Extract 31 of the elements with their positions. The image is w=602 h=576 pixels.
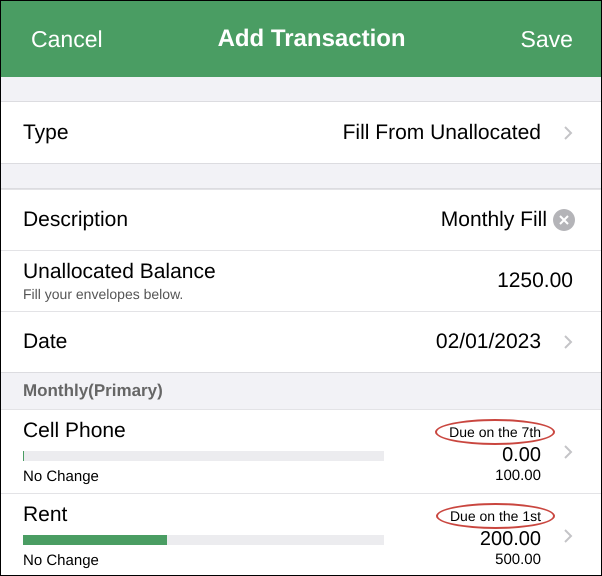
envelope-row[interactable]: Rent No Change Due on the 1st 200.00 500.00	[1, 493, 601, 575]
row-label: Type	[23, 120, 69, 144]
envelope-name: Cell Phone	[23, 418, 127, 442]
chevron-icon	[563, 334, 573, 350]
screen-title: Add Transaction	[218, 25, 406, 53]
envelope-row[interactable]: Cell Phone No Change Due on the 7th 0.00 100.00	[1, 409, 601, 493]
row-value: Fill From Unallocated	[342, 120, 541, 144]
row-value: Monthly Fill	[440, 208, 547, 232]
clear-icon[interactable]	[553, 209, 575, 231]
amount: 200.00	[480, 529, 541, 549]
chevron-icon	[563, 528, 573, 544]
budget-amount: 500.00	[495, 551, 541, 568]
due-note: Due on the 1st	[436, 503, 555, 529]
due-note: Due on the 7th	[435, 419, 555, 445]
chevron-icon	[563, 444, 573, 460]
envelope-name: Rent	[23, 502, 68, 526]
change-status: No Change	[23, 552, 100, 568]
change-status: No Change	[23, 468, 100, 484]
field-row[interactable]: Description Monthly Fill	[1, 189, 601, 250]
amount: 0.00	[502, 445, 541, 465]
budget-amount: 100.00	[495, 467, 541, 484]
chevron-icon	[563, 124, 573, 140]
field-row[interactable]: Unallocated Balance Fill your envelopes below. 1250.00	[1, 250, 601, 311]
row-label: Description	[23, 208, 128, 232]
row-value: 02/01/2023	[436, 330, 541, 354]
row-value: 1250.00	[497, 269, 573, 293]
field-row[interactable]: Date 02/01/2023	[1, 311, 601, 372]
row-label: Unallocated Balance	[23, 260, 216, 284]
row-label: Date	[23, 330, 68, 354]
row-hint: Fill your envelopes below.	[23, 286, 184, 302]
type-row[interactable]: Type Fill From Unallocated	[1, 102, 601, 164]
